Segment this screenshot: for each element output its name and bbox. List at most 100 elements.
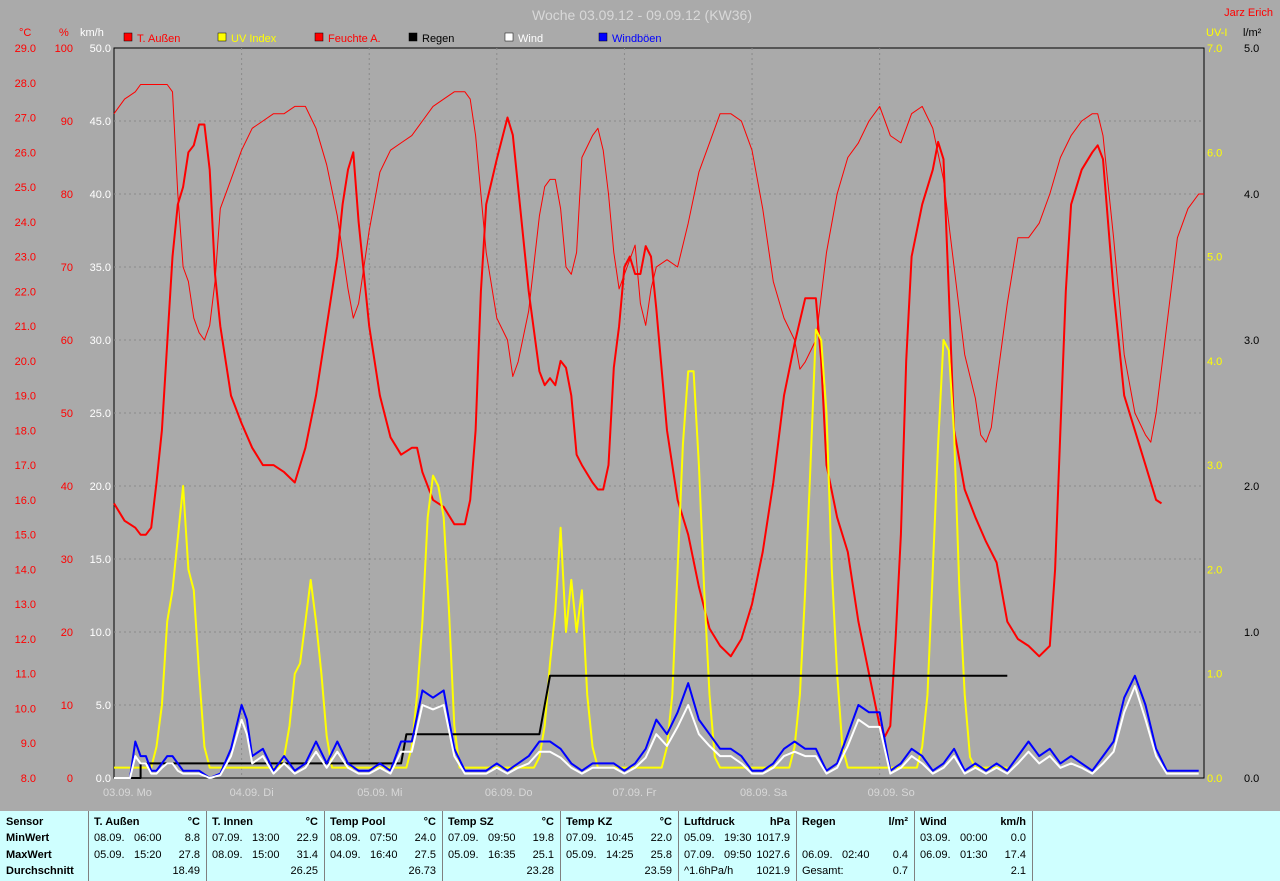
cell-left: 05.09. [684,832,715,844]
cell-mid: 14:25 [606,849,634,861]
uv-tick: 3.0 [1207,460,1222,472]
temp-tick: 8.0 [21,773,36,785]
cell-left: Temp Pool [330,816,386,828]
wind-tick: 40.0 [90,189,111,201]
rain-tick: 5.0 [1244,43,1259,55]
author-label: Jarz Erich [1224,7,1273,19]
cell-right: 1017.9 [756,832,790,844]
cell-right: °C [305,816,318,828]
chart-title: Woche 03.09.12 - 09.09.12 (KW36) [532,7,752,23]
cell-mid: 13:00 [252,832,280,844]
cell-left: 07.09. [448,832,479,844]
legend-label: Windböen [612,33,662,45]
temp-tick: 21.0 [15,321,36,333]
hum-tick: 20 [61,627,73,639]
wind-tick: 50.0 [90,43,111,55]
uv-tick: 7.0 [1207,43,1222,55]
legend-swatch [504,32,514,42]
cell-right: 31.4 [296,849,318,861]
wind-tick: 25.0 [90,408,111,420]
hum-tick: 10 [61,700,73,712]
day-label: 06.09. Do [485,787,533,799]
stats-table: Sensor MinWert MaxWert Durchschnitt T. A… [0,811,1280,881]
hum-tick: 40 [61,481,73,493]
cell-left: 07.09. [566,832,597,844]
cell-mid: 10:45 [606,832,634,844]
uv-tick: 6.0 [1207,147,1222,159]
temp-tick: 13.0 [15,599,36,611]
cell-right: °C [541,816,554,828]
cell-right: °C [187,816,200,828]
cell-mid: 06:00 [134,832,162,844]
cell-right: 23.59 [644,865,672,877]
cell-left: 08.09. [94,832,125,844]
day-label: 08.09. Sa [740,787,788,799]
temp-tick: 24.0 [15,217,36,229]
day-label: 07.09. Fr [612,787,656,799]
stats-col: Luftdruck hPa 05.09. 19:30 1017.9 07.09. 09:50… [678,811,797,881]
legend-label: Regen [422,33,454,45]
cell-left: 07.09. [212,832,243,844]
cell-left: Wind [920,816,947,828]
row-label-sensor: Sensor [6,816,44,828]
temp-tick: 25.0 [15,182,36,194]
cell-right: 27.5 [414,849,436,861]
cell-right: l/m² [888,816,908,828]
wind-tick: 5.0 [96,700,111,712]
day-label: 03.09. Mo [103,787,152,799]
uv-tick: 5.0 [1207,252,1222,264]
uv-tick: 1.0 [1207,669,1222,681]
cell-right: 17.4 [1004,849,1026,861]
cell-right: 27.8 [178,849,200,861]
rain-tick: 0.0 [1244,773,1259,785]
cell-mid: 15:00 [252,849,280,861]
cell-mid: 16:35 [488,849,516,861]
temp-tick: 10.0 [15,703,36,715]
legend-swatch [217,32,227,42]
temp-tick: 11.0 [15,669,36,681]
cell-right: 0.7 [892,865,908,877]
temp-tick: 23.0 [15,252,36,264]
cell-right: 22.0 [650,832,672,844]
cell-mid: 02:40 [842,849,870,861]
row-labels-col: Sensor MinWert MaxWert Durchschnitt [0,811,89,881]
wind-tick: 15.0 [90,554,111,566]
unit-uv: UV-I [1206,27,1227,39]
stats-col: T. Außen °C 08.09. 06:00 8.8 05.09. 15:20 27.8 1… [88,811,207,881]
unit-wind: km/h [80,27,104,39]
cell-right: 23.28 [526,865,554,877]
stats-col: Wind km/h 03.09. 00:00 0.0 06.09. 01:30 17.4 2.1 [914,811,1033,881]
rain-tick: 1.0 [1244,627,1259,639]
legend-swatch [314,32,324,42]
temp-tick: 20.0 [15,356,36,368]
cell-left: T. Außen [94,816,140,828]
day-label: 09.09. So [868,787,915,799]
cell-left: Temp KZ [566,816,613,828]
cell-mid: 01:30 [960,849,988,861]
legend-swatch [123,32,133,42]
temp-tick: 28.0 [15,78,36,90]
cell-left: 05.09. [448,849,479,861]
cell-right: 0.4 [892,849,908,861]
uv-tick: 0.0 [1207,773,1222,785]
cell-right: 19.8 [532,832,554,844]
hum-tick: 100 [55,43,73,55]
cell-mid: 16:40 [370,849,398,861]
cell-left: 06.09. [802,849,833,861]
cell-left: 05.09. [94,849,125,861]
cell-left: 08.09. [330,832,361,844]
cell-left: 06.09. [920,849,951,861]
cell-right: 25.1 [532,849,554,861]
cell-left: Temp SZ [448,816,494,828]
wind-tick: 0.0 [96,773,111,785]
temp-tick: 17.0 [15,460,36,472]
cell-right: 25.8 [650,849,672,861]
temp-tick: 16.0 [15,495,36,507]
hum-tick: 0 [67,773,73,785]
temp-tick: 9.0 [21,738,36,750]
cell-right: 1021.9 [756,865,790,877]
cell-left: Gesamt: [802,865,844,877]
cell-right: 2.1 [1010,865,1026,877]
cell-right: 8.8 [184,832,200,844]
cell-mid: 19:30 [724,832,752,844]
